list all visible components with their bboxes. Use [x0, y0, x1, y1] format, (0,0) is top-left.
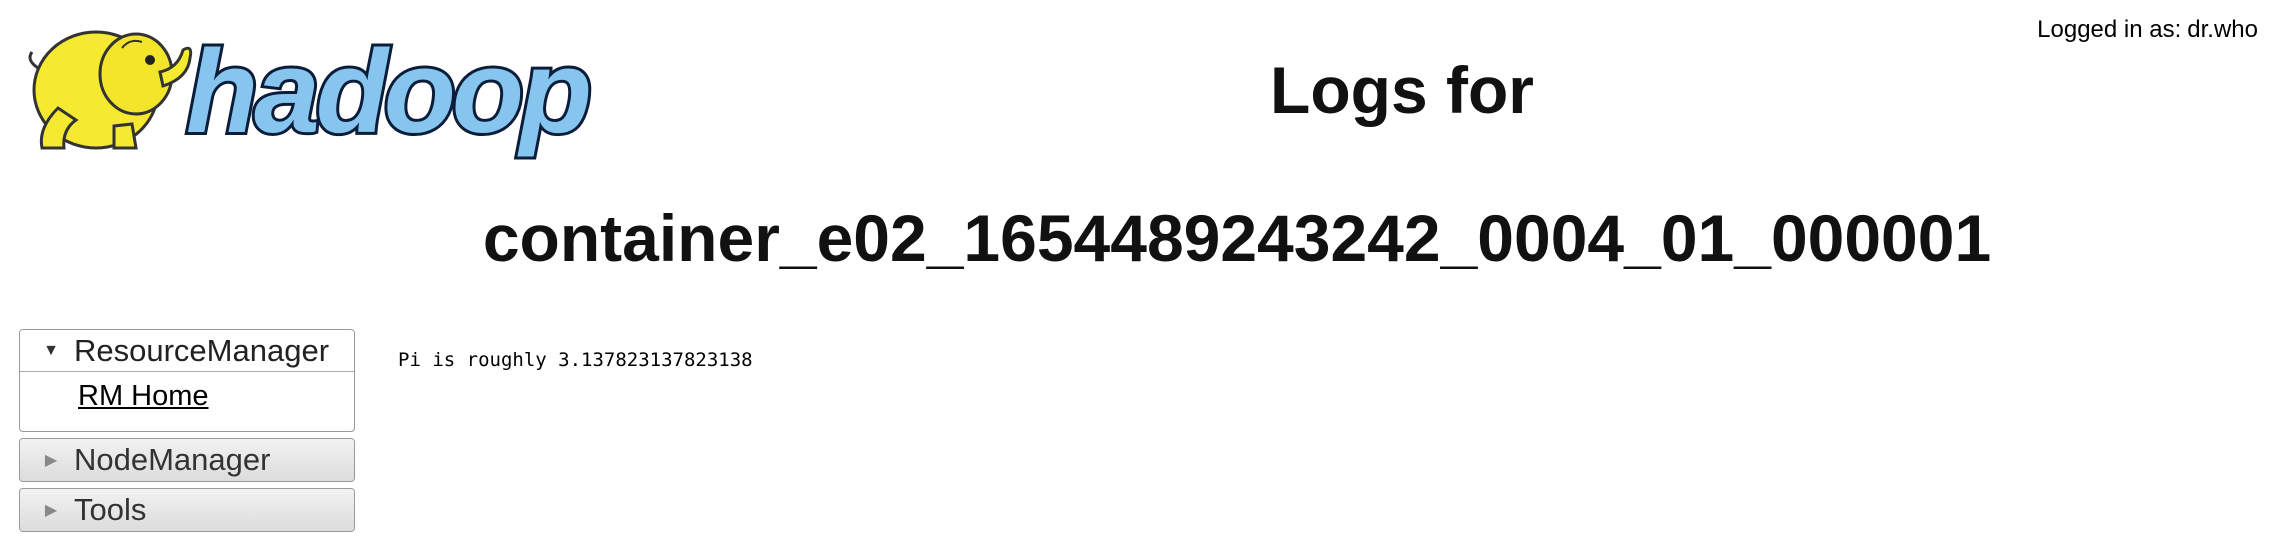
page-title: Logs for — [1270, 53, 1534, 127]
nav-header-label: Tools — [74, 492, 147, 527]
nav-body-resourcemanager: RM Home — [20, 372, 354, 431]
container-id-title: container_e02_1654489243242_0004_01_0000… — [482, 201, 1992, 275]
page-header: hadoop Logged in as: dr.who Logs for cont… — [0, 0, 2284, 300]
nav-section-tools: ▶ Tools — [19, 488, 355, 532]
logged-in-label: Logged in as: — [2037, 16, 2182, 43]
sidebar-nav: ▼ ResourceManager RM Home ▶ NodeManager … — [19, 329, 355, 538]
rm-home-link[interactable]: RM Home — [78, 380, 209, 412]
chevron-right-icon: ▶ — [44, 502, 58, 519]
nav-header-label: ResourceManager — [74, 332, 330, 368]
nav-header-tools[interactable]: ▶ Tools — [20, 489, 354, 531]
log-output: Pi is roughly 3.137823137823138 — [398, 349, 753, 371]
nav-header-nodemanager[interactable]: ▶ NodeManager — [20, 439, 354, 481]
nav-section-resourcemanager: ▼ ResourceManager RM Home — [19, 329, 355, 432]
logged-in-user: dr.who — [2187, 16, 2258, 43]
nav-header-label: NodeManager — [74, 442, 271, 477]
logged-in-status: Logged in as: dr.who — [2037, 16, 2258, 44]
nav-header-resourcemanager[interactable]: ▼ ResourceManager — [20, 330, 354, 372]
chevron-down-icon: ▼ — [43, 341, 59, 359]
nav-section-nodemanager: ▶ NodeManager — [19, 438, 355, 482]
page: hadoop Logged in as: dr.who Logs for cont… — [0, 0, 2284, 550]
chevron-right-icon: ▶ — [44, 452, 58, 469]
